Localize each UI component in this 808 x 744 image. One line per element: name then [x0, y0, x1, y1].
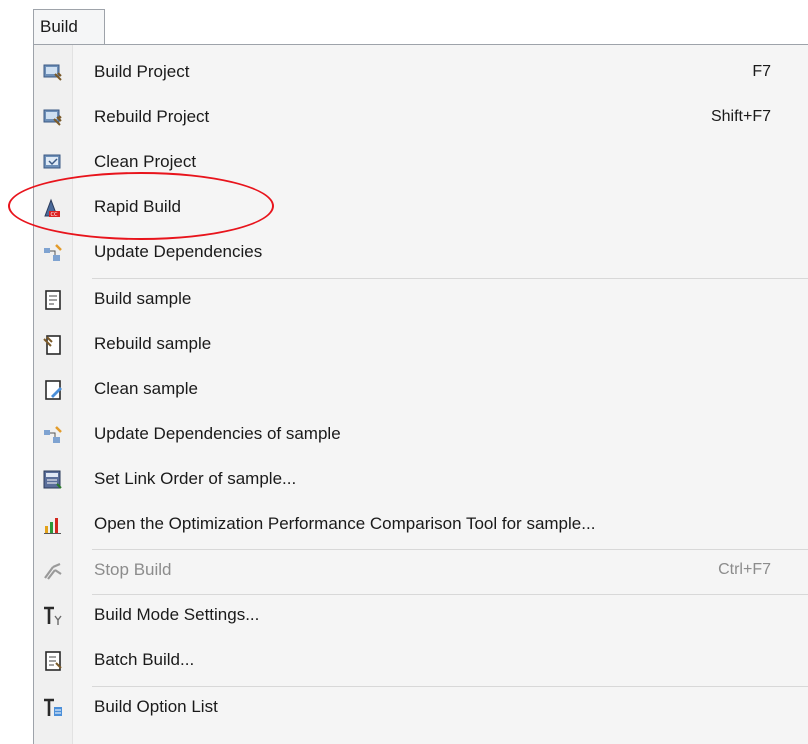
link-order-icon	[43, 470, 63, 490]
shortcut-text: Shift+F7	[710, 108, 771, 125]
rebuild-sample-icon	[43, 335, 63, 355]
menu-item-label: Build Mode Settings...	[94, 605, 260, 624]
menu-item-label: Stop Build	[94, 560, 172, 579]
clean-project-icon	[43, 153, 63, 173]
menu-item-build-mode-settings[interactable]: Build Mode Settings...	[34, 597, 808, 633]
clean-sample-icon	[43, 380, 63, 400]
menu-item-label: Clean Project	[94, 152, 197, 171]
rebuild-project-icon	[43, 108, 63, 128]
build-option-list-icon	[43, 698, 63, 718]
menu-item-label: Rapid Build	[94, 197, 181, 216]
menu-item-label: Build sample	[94, 289, 192, 308]
menu-item-set-link-order[interactable]: Set Link Order of sample...	[34, 461, 808, 497]
menu-item-clean-project[interactable]: Clean Project	[34, 144, 808, 180]
menu-item-rapid-build[interactable]: CC Rapid Build	[34, 189, 808, 225]
stop-build-icon	[43, 561, 63, 581]
menu-item-update-dependencies[interactable]: Update Dependencies	[34, 234, 808, 270]
rapid-build-icon: CC	[43, 198, 63, 218]
build-project-icon	[43, 63, 63, 83]
update-dependencies-sample-icon	[43, 425, 63, 445]
menu-item-label: Update Dependencies	[94, 242, 263, 261]
menu-item-update-dependencies-sample[interactable]: Update Dependencies of sample	[34, 416, 808, 452]
menu-item-label: Rebuild Project	[94, 107, 210, 126]
menu-item-batch-build[interactable]: Batch Build...	[34, 642, 808, 678]
build-mode-icon	[43, 606, 63, 626]
shortcut-text: F7	[752, 63, 771, 80]
shortcut-text: Ctrl+F7	[718, 561, 771, 578]
build-menu: Build Project F7 Rebuild Project Shift+F…	[33, 44, 808, 744]
menu-item-build-option-list[interactable]: Build Option List	[34, 689, 808, 725]
bar-chart-icon	[43, 515, 63, 535]
menu-separator	[92, 549, 808, 550]
menu-item-label: Clean sample	[94, 379, 198, 398]
build-sample-icon	[43, 290, 63, 310]
build-menu-tab[interactable]: Build	[33, 9, 105, 45]
menu-item-label: Set Link Order of sample...	[94, 469, 297, 488]
svg-text:CC: CC	[51, 212, 58, 218]
menu-item-rebuild-project[interactable]: Rebuild Project Shift+F7	[34, 99, 808, 135]
menu-item-label: Rebuild sample	[94, 334, 212, 353]
menu-separator	[92, 594, 808, 595]
menu-item-stop-build: Stop Build Ctrl+F7	[34, 552, 808, 588]
menu-item-label: Build Option List	[94, 697, 218, 716]
update-dependencies-icon	[43, 243, 63, 263]
menu-item-label: Batch Build...	[94, 650, 195, 669]
menu-item-label: Build Project	[94, 62, 190, 81]
menu-item-label: Update Dependencies of sample	[94, 424, 341, 443]
menu-item-clean-sample[interactable]: Clean sample	[34, 371, 808, 407]
menu-item-rebuild-sample[interactable]: Rebuild sample	[34, 326, 808, 362]
menu-item-build-project[interactable]: Build Project F7	[34, 54, 808, 90]
menu-item-label: Open the Optimization Performance Compar…	[94, 514, 596, 533]
batch-build-icon	[43, 651, 63, 671]
menu-item-build-sample[interactable]: Build sample	[34, 281, 808, 317]
menu-item-optimization-tool[interactable]: Open the Optimization Performance Compar…	[34, 506, 808, 542]
menu-separator	[92, 686, 808, 687]
menu-separator	[92, 278, 808, 279]
